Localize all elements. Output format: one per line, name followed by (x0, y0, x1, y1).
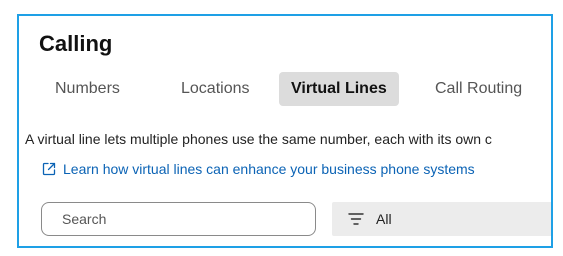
page-title: Calling (39, 31, 113, 56)
tab-virtual-lines[interactable]: Virtual Lines (279, 72, 399, 106)
filter-selected-value: All (376, 211, 392, 227)
search-input[interactable] (42, 203, 302, 235)
filter-dropdown[interactable]: All (332, 202, 551, 236)
external-link-icon (41, 161, 57, 177)
calling-panel: Calling Numbers Locations Virtual Lines … (17, 14, 553, 248)
virtual-lines-description: A virtual line lets multiple phones use … (25, 131, 492, 147)
learn-more-link[interactable]: Learn how virtual lines can enhance your… (41, 161, 475, 177)
tab-locations[interactable]: Locations (169, 72, 262, 106)
learn-more-link-label: Learn how virtual lines can enhance your… (63, 161, 475, 177)
tab-numbers[interactable]: Numbers (43, 72, 132, 106)
filter-icon (348, 212, 364, 226)
search-field[interactable] (41, 202, 316, 236)
tab-call-routing[interactable]: Call Routing (423, 72, 534, 106)
